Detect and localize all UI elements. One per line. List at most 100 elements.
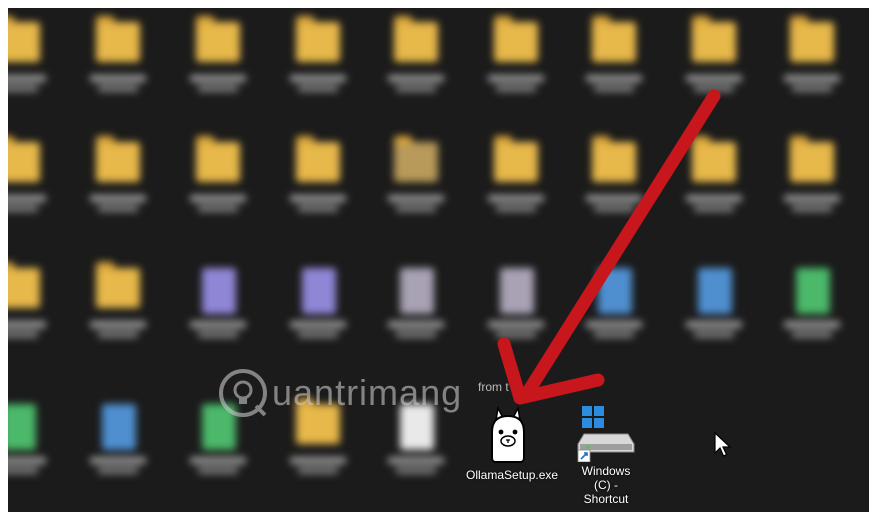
desktop-icon[interactable]	[574, 262, 654, 372]
desktop-icon-label	[778, 72, 846, 95]
desktop-icon-label	[284, 72, 352, 95]
desktop-icon-label	[382, 318, 450, 341]
desktop-icon[interactable]	[278, 136, 358, 246]
windows-c-shortcut-icon[interactable]: Windows (C) - Shortcut	[564, 404, 648, 506]
desktop-icon[interactable]	[476, 262, 556, 372]
desktop-icon[interactable]	[178, 262, 258, 372]
desktop-icon-label	[8, 192, 52, 215]
desktop-icon[interactable]	[674, 136, 754, 246]
desktop-icon-label	[482, 192, 550, 215]
desktop-icon-label	[8, 454, 52, 477]
desktop-icon[interactable]	[78, 16, 158, 126]
image-file-icon	[796, 268, 830, 314]
mouse-pointer-icon	[714, 432, 732, 457]
image-file-icon	[302, 268, 336, 314]
blurred-desktop-icons	[8, 8, 869, 512]
image-file-icon	[102, 404, 136, 450]
desktop-icon[interactable]	[178, 16, 258, 126]
folder-icon	[692, 136, 736, 182]
watermark-text: uantrimang	[272, 372, 463, 413]
image-file-icon	[698, 268, 732, 314]
desktop-icon-label	[284, 318, 352, 341]
desktop-icon[interactable]	[78, 398, 158, 508]
folder-icon	[96, 16, 140, 62]
desktop-icon[interactable]	[78, 262, 158, 372]
folder-icon	[394, 136, 438, 182]
folder-icon	[8, 136, 40, 182]
desktop-icon-label	[580, 318, 648, 341]
image-file-icon	[8, 404, 36, 450]
desktop-icon-label	[778, 318, 846, 341]
desktop-icon-label	[184, 72, 252, 95]
desktop: uantrimang from t OllamaSetup.exe Window…	[8, 8, 869, 512]
desktop-icon-label	[84, 72, 152, 95]
desktop-icon[interactable]	[376, 136, 456, 246]
folder-icon	[592, 136, 636, 182]
desktop-icon-label	[382, 192, 450, 215]
folder-icon	[394, 16, 438, 62]
windows-c-shortcut-label: Windows (C) - Shortcut	[581, 464, 631, 506]
faded-label-fragment: from t	[478, 380, 509, 394]
desktop-icon[interactable]	[772, 136, 852, 246]
desktop-icon[interactable]	[772, 16, 852, 126]
desktop-icon[interactable]	[8, 136, 58, 246]
desktop-icon-label	[84, 318, 152, 341]
image-file-icon	[598, 268, 632, 314]
desktop-icon-label	[184, 192, 252, 215]
folder-icon	[296, 136, 340, 182]
folder-icon	[296, 16, 340, 62]
desktop-icon-label	[84, 192, 152, 215]
desktop-icon-label	[382, 72, 450, 95]
desktop-icon[interactable]	[178, 136, 258, 246]
image-file-icon	[202, 268, 236, 314]
watermark: uantrimang	[218, 368, 462, 418]
desktop-icon[interactable]	[8, 16, 58, 126]
desktop-icon-label	[84, 454, 152, 477]
desktop-icon-label	[680, 72, 748, 95]
desktop-icon-label	[184, 454, 252, 477]
desktop-icon[interactable]	[376, 262, 456, 372]
desktop-icon-label	[8, 72, 52, 95]
folder-icon	[96, 136, 140, 182]
desktop-icon-label	[580, 72, 648, 95]
desktop-icon-label	[184, 318, 252, 341]
drive-shortcut-icon	[577, 406, 635, 462]
desktop-icon[interactable]	[772, 262, 852, 372]
folder-icon	[494, 136, 538, 182]
desktop-icon[interactable]	[674, 16, 754, 126]
ollama-setup-icon[interactable]: OllamaSetup.exe	[466, 406, 559, 482]
desktop-icon-label	[580, 192, 648, 215]
desktop-icon-label	[680, 192, 748, 215]
desktop-icon[interactable]	[278, 262, 358, 372]
folder-icon	[494, 16, 538, 62]
desktop-icon[interactable]	[476, 16, 556, 126]
folder-icon	[692, 16, 736, 62]
desktop-icon[interactable]	[78, 136, 158, 246]
folder-icon	[790, 136, 834, 182]
desktop-icon[interactable]	[278, 16, 358, 126]
desktop-icon[interactable]	[574, 16, 654, 126]
desktop-icon-label	[284, 192, 352, 215]
folder-icon	[8, 262, 40, 308]
folder-icon	[8, 16, 40, 62]
folder-icon	[196, 136, 240, 182]
desktop-icon-label	[284, 454, 352, 477]
desktop-icon[interactable]	[476, 136, 556, 246]
desktop-icon-label	[778, 192, 846, 215]
lightbulb-logo-icon	[219, 369, 267, 417]
desktop-icon[interactable]	[8, 262, 58, 372]
image-file-icon	[500, 268, 534, 314]
folder-icon	[592, 16, 636, 62]
folder-icon	[196, 16, 240, 62]
desktop-icon-label	[482, 318, 550, 341]
desktop-icon[interactable]	[574, 136, 654, 246]
image-file-icon	[400, 268, 434, 314]
llama-icon	[491, 406, 525, 463]
desktop-icon-label	[482, 72, 550, 95]
desktop-icon[interactable]	[376, 16, 456, 126]
ollama-setup-label: OllamaSetup.exe	[466, 468, 559, 482]
desktop-icon-label	[8, 318, 52, 341]
desktop-icon[interactable]	[8, 398, 58, 508]
desktop-icon[interactable]	[674, 262, 754, 372]
desktop-icon-label	[382, 454, 450, 477]
